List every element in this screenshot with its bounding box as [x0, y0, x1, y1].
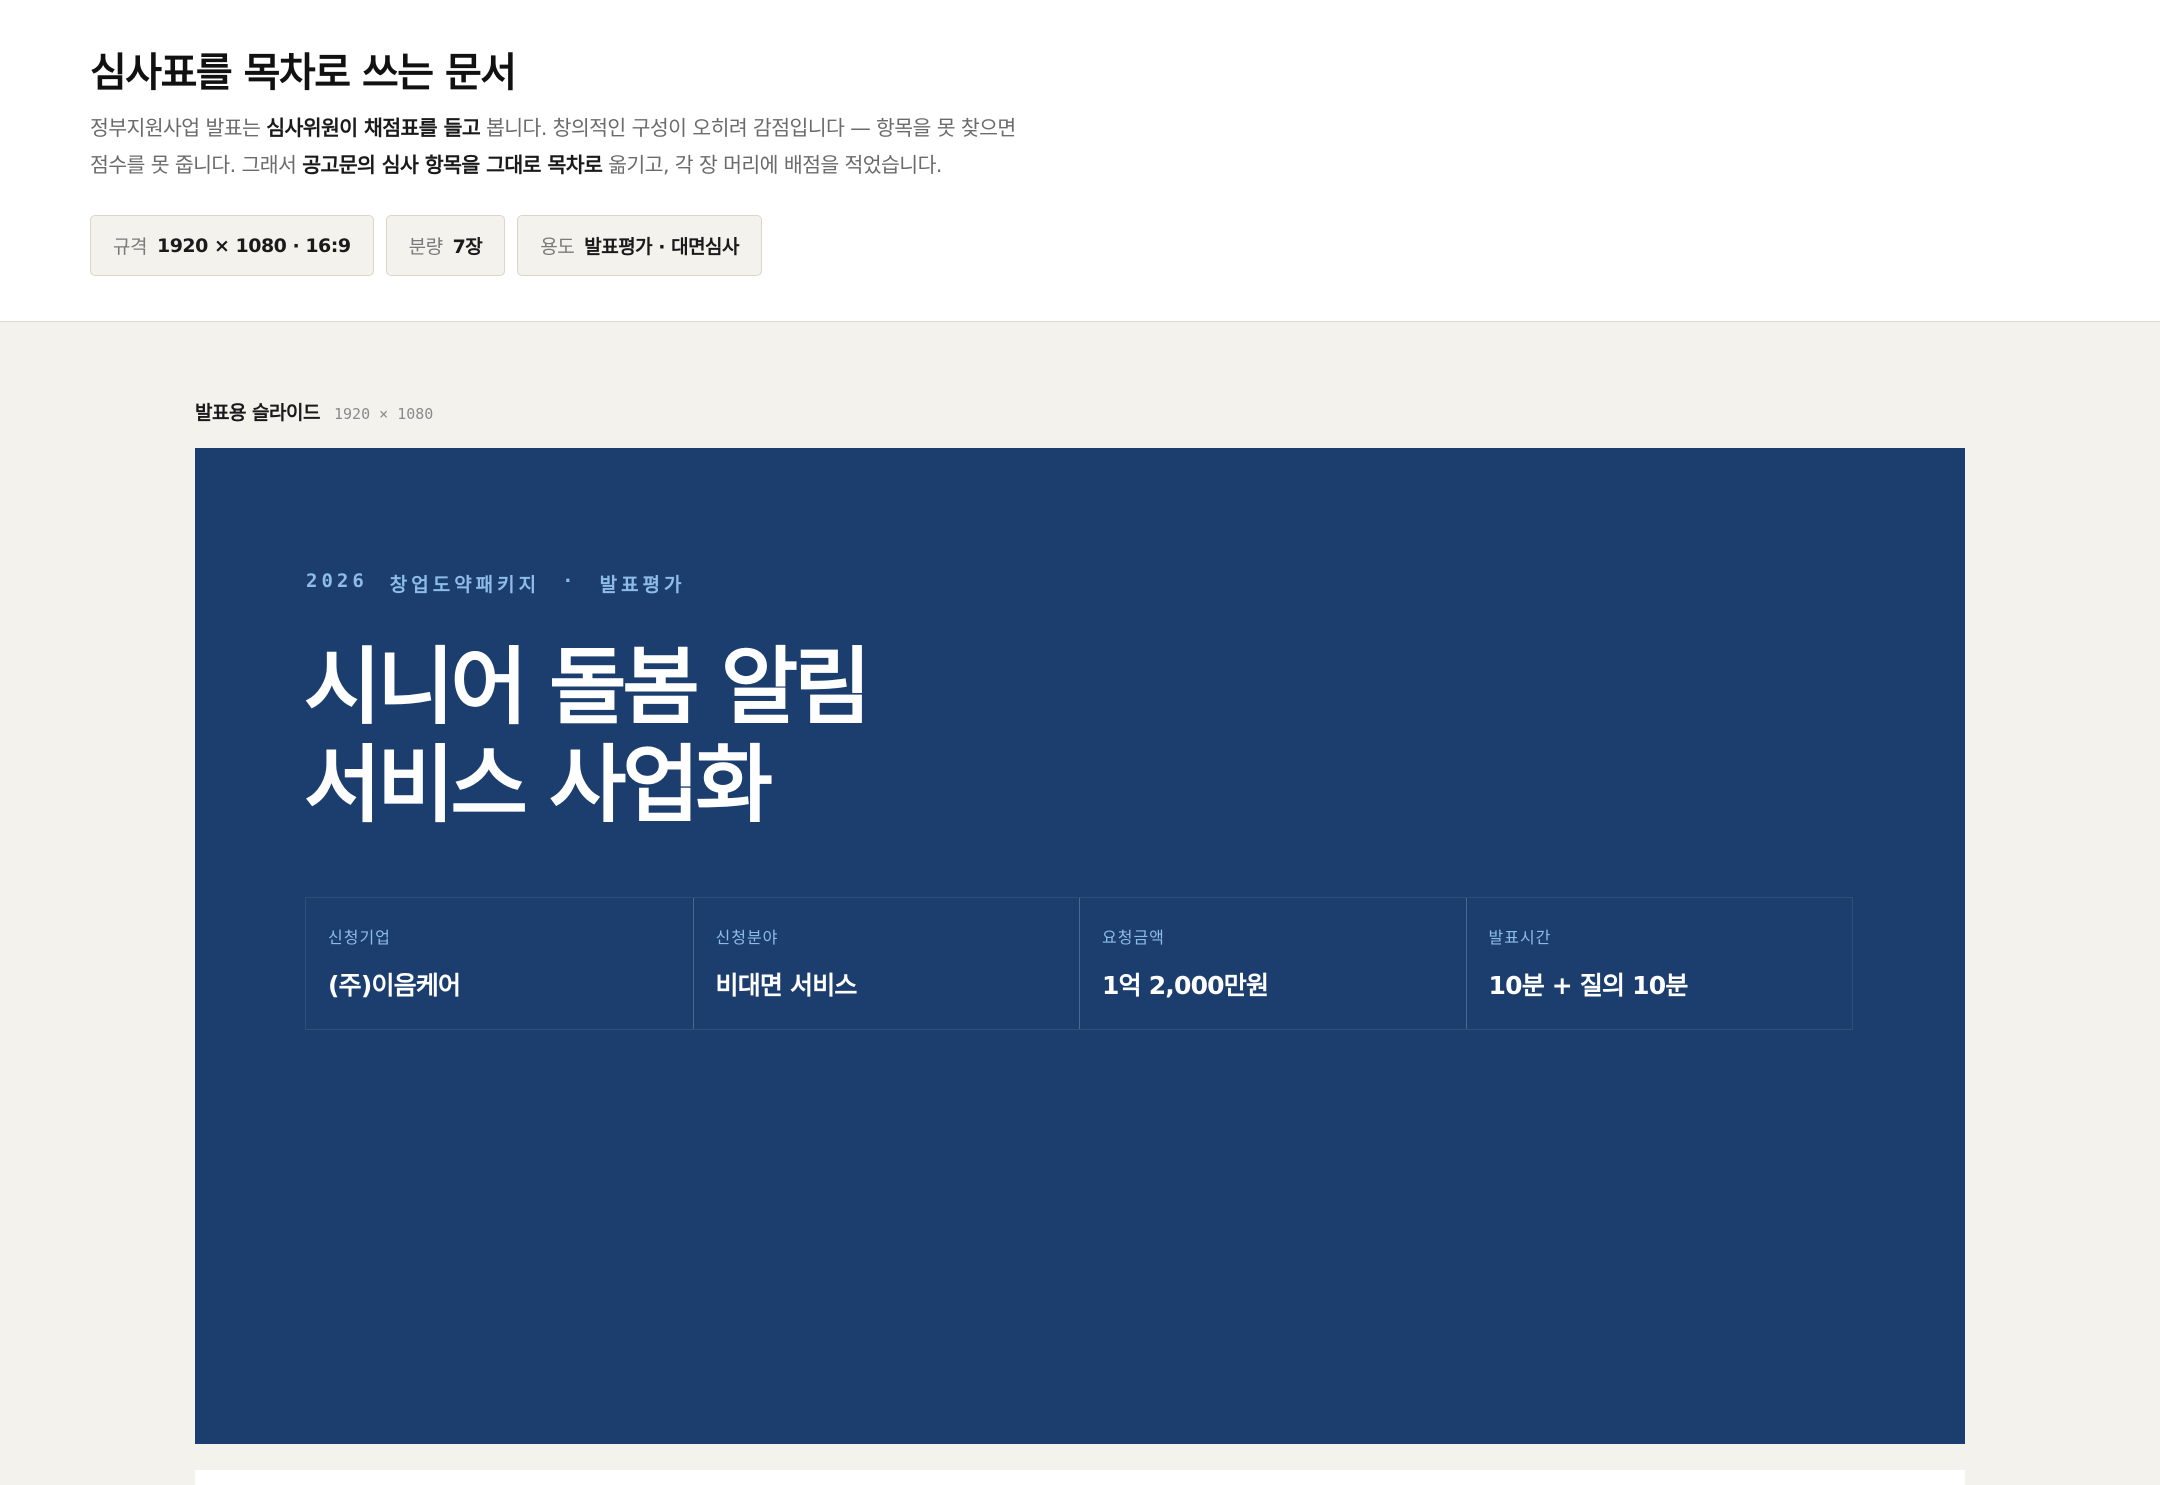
applicant-info-grid: 신청기업 (주)이음케어 신청분야 비대면 서비스 요청금액 1억 2,000만…	[305, 897, 1853, 1030]
chip-format: 규격 1920 × 1080 · 16:9	[90, 215, 374, 276]
chip-key: 용도	[540, 236, 575, 258]
info-cell-company: 신청기업 (주)이음케어	[306, 898, 693, 1029]
spec-chips: 규격 1920 × 1080 · 16:9 분량 7장 용도 발표평가 · 대면…	[90, 215, 763, 276]
eyebrow-type: 발표평가	[599, 574, 686, 596]
info-label: 요청금액	[1102, 928, 1165, 947]
info-value: 1억 2,000만원	[1102, 971, 1269, 1000]
eyebrow-program: 창업도약패키지	[389, 574, 541, 596]
info-value: (주)이음케어	[328, 971, 461, 1000]
eyebrow-year: 2026	[306, 570, 368, 592]
chip-value: 발표평가 · 대면심사	[584, 236, 740, 258]
info-cell-field: 신청분야 비대면 서비스	[692, 898, 1080, 1029]
intro-text: 점수를 못 줍니다. 그래서	[90, 153, 303, 177]
intro-text: 봅니다. 창의적인 구성이 오히려 감점입니다 — 항목을 못 찾으면	[480, 116, 1016, 140]
chip-key: 규격	[113, 236, 147, 258]
intro-emphasis: 공고문의 심사 항목을 그대로 목차로	[302, 153, 603, 177]
chip-value: 1920 × 1080 · 16:9	[156, 234, 351, 257]
info-label: 발표시간	[1488, 928, 1552, 947]
chip-value: 7장	[452, 236, 483, 258]
info-cell-time: 발표시간 10분 + 질의 10분	[1465, 898, 1853, 1029]
chip-key: 분량	[408, 236, 443, 258]
next-slide-preview	[195, 1470, 1965, 1485]
intro-paragraph: 정부지원사업 발표는 심사위원이 채점표를 들고 봅니다. 창의적인 구성이 오…	[90, 110, 1150, 184]
info-label: 신청분야	[715, 928, 779, 947]
info-label: 신청기업	[328, 928, 391, 947]
page-header: 심사표를 목차로 쓰는 문서 정부지원사업 발표는 심사위원이 채점표를 들고 …	[0, 0, 2160, 322]
info-value: 10분 + 질의 10분	[1488, 971, 1689, 1000]
slide-title-line: 서비스 사업화	[304, 736, 773, 834]
info-cell-amount: 요청금액 1억 2,000만원	[1079, 898, 1466, 1029]
info-value: 비대면 서비스	[715, 971, 858, 1000]
chip-length: 분량 7장	[385, 215, 506, 276]
intro-text: 옮기고, 각 장 머리에 배점을 적었습니다.	[602, 153, 942, 177]
slide-title-line: 시니어 돌봄 알림	[304, 638, 871, 736]
intro-emphasis: 심사위원이 채점표를 들고	[266, 116, 481, 140]
slide-eyebrow: 2026 창업도약패키지 · 발표평가	[306, 570, 686, 597]
cover-slide: 2026 창업도약패키지 · 발표평가 시니어 돌봄 알림 서비스 사업화 신청…	[195, 448, 1965, 1444]
section-dimensions: 1920 × 1080	[333, 405, 434, 423]
section-label: 발표용 슬라이드 1920 × 1080	[195, 398, 433, 425]
chip-purpose: 용도 발표평가 · 대면심사	[517, 215, 763, 276]
intro-text: 정부지원사업 발표는	[90, 116, 267, 140]
page-title: 심사표를 목차로 쓰는 문서	[90, 50, 517, 96]
slide-title: 시니어 돌봄 알림 서비스 사업화	[304, 638, 871, 834]
section-name: 발표용 슬라이드	[195, 402, 320, 424]
eyebrow-separator: ·	[562, 570, 578, 592]
